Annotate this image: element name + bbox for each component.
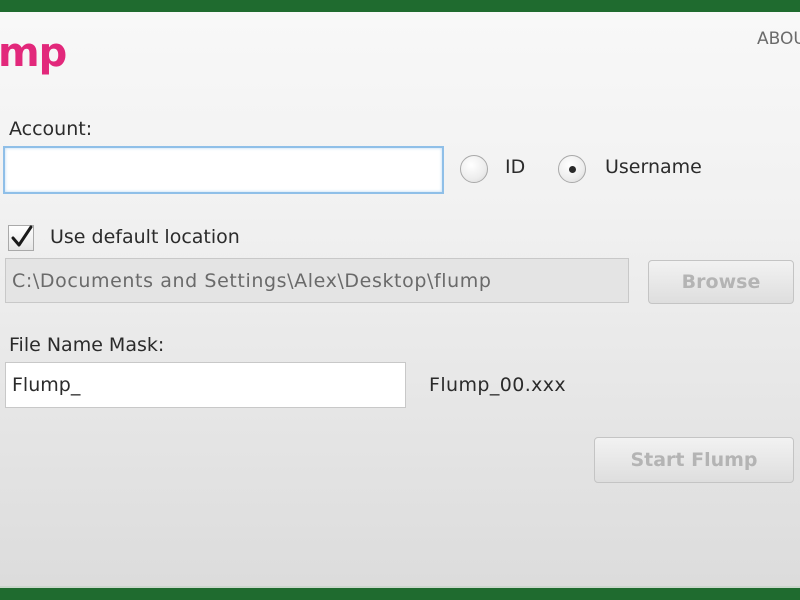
- checkmark-icon: [11, 225, 33, 247]
- username-radio[interactable]: [558, 155, 586, 183]
- use-default-location-checkbox[interactable]: [8, 225, 34, 251]
- id-radio-label: ID: [505, 156, 526, 178]
- browse-button[interactable]: Browse: [648, 260, 794, 304]
- window-frame-top: [0, 0, 800, 12]
- file-name-preview: Flump_00.xxx: [429, 374, 567, 396]
- start-flump-button[interactable]: Start Flump: [594, 437, 794, 483]
- id-radio[interactable]: [460, 155, 488, 183]
- file-name-mask-input[interactable]: [5, 362, 406, 408]
- file-name-mask-label: File Name Mask:: [9, 334, 165, 356]
- username-radio-label: Username: [605, 156, 702, 178]
- use-default-location-label: Use default location: [50, 226, 240, 248]
- radio-selected-dot: [569, 166, 576, 173]
- location-path-input[interactable]: [5, 258, 629, 303]
- account-input[interactable]: [3, 146, 444, 194]
- logo-text-pink: mp: [0, 30, 67, 76]
- app-logo: mp: [0, 30, 67, 76]
- flump-window: mp ABOUT Account: ID Username Use defaul…: [0, 12, 800, 586]
- account-label: Account:: [9, 118, 93, 140]
- window-frame-bottom: [0, 586, 800, 600]
- about-link[interactable]: ABOUT: [757, 29, 800, 49]
